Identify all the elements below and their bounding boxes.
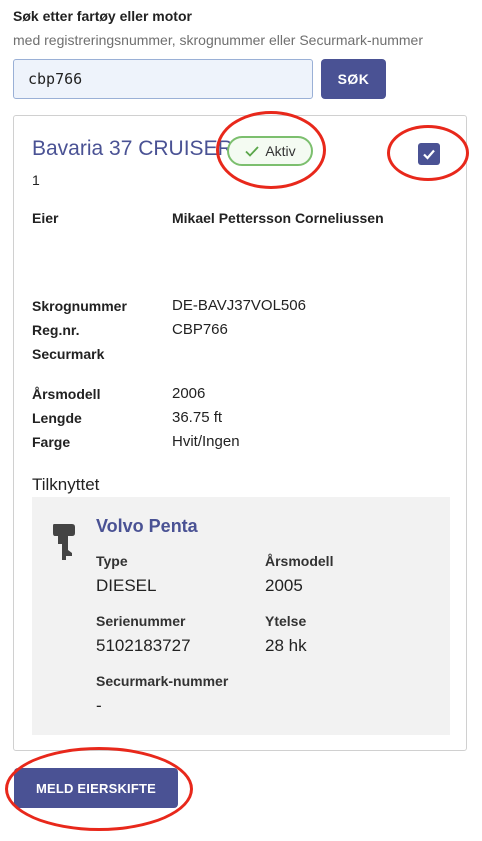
outboard-motor-icon [53, 524, 75, 560]
year-value: 2006 [172, 385, 206, 402]
engine-year-label: Årsmodell [265, 553, 334, 569]
reg-number-value: CBP766 [172, 321, 228, 338]
hull-number-label: Skrognummer [32, 298, 127, 314]
engine-type-value: DIESEL [96, 576, 157, 595]
report-ownership-change-button[interactable]: MELD EIERSKIFTE [14, 768, 178, 808]
vessel-card: Bavaria 37 CRUISER Aktiv 1 Eier Mikael P… [13, 115, 467, 751]
search-input[interactable] [13, 59, 313, 99]
vessel-subtitle: 1 [32, 172, 40, 188]
engine-year-value: 2005 [265, 576, 303, 595]
engine-power-value: 28 hk [265, 636, 307, 655]
reg-number-label: Reg.nr. [32, 322, 80, 338]
status-badge: Aktiv [227, 136, 313, 166]
owner-label: Eier [32, 210, 59, 226]
status-text: Aktiv [265, 143, 296, 159]
select-checkbox[interactable] [418, 143, 440, 165]
engine-type-label: Type [96, 553, 128, 569]
securmark-label: Securmark [32, 346, 105, 362]
hull-number-value: DE-BAVJ37VOL506 [172, 297, 306, 314]
engine-securmark-value: - [96, 696, 102, 715]
engine-serial-value: 5102183727 [96, 636, 191, 655]
engine-serial-label: Serienummer [96, 613, 186, 629]
color-value: Hvit/Ingen [172, 433, 240, 450]
year-label: Årsmodell [32, 386, 101, 402]
vessel-name[interactable]: Bavaria 37 CRUISER [32, 137, 233, 161]
color-label: Farge [32, 434, 71, 450]
search-button[interactable]: SØK [321, 59, 386, 99]
search-label: Søk etter fartøy eller motor [13, 8, 192, 24]
attached-title: Tilknyttet [32, 475, 100, 494]
engine-panel: Volvo Penta Type DIESEL Årsmodell 2005 S… [32, 497, 450, 735]
engine-power-label: Ytelse [265, 613, 307, 629]
owner-value: Mikael Pettersson Corneliussen [172, 210, 384, 226]
engine-name[interactable]: Volvo Penta [96, 516, 198, 537]
search-help-text: med registreringsnummer, skrognummer ell… [13, 32, 424, 48]
length-label: Lengde [32, 410, 82, 426]
engine-securmark-label: Securmark-nummer [96, 673, 229, 689]
check-icon [245, 146, 259, 157]
checkmark-icon [423, 149, 435, 160]
length-value: 36.75 ft [172, 409, 223, 426]
